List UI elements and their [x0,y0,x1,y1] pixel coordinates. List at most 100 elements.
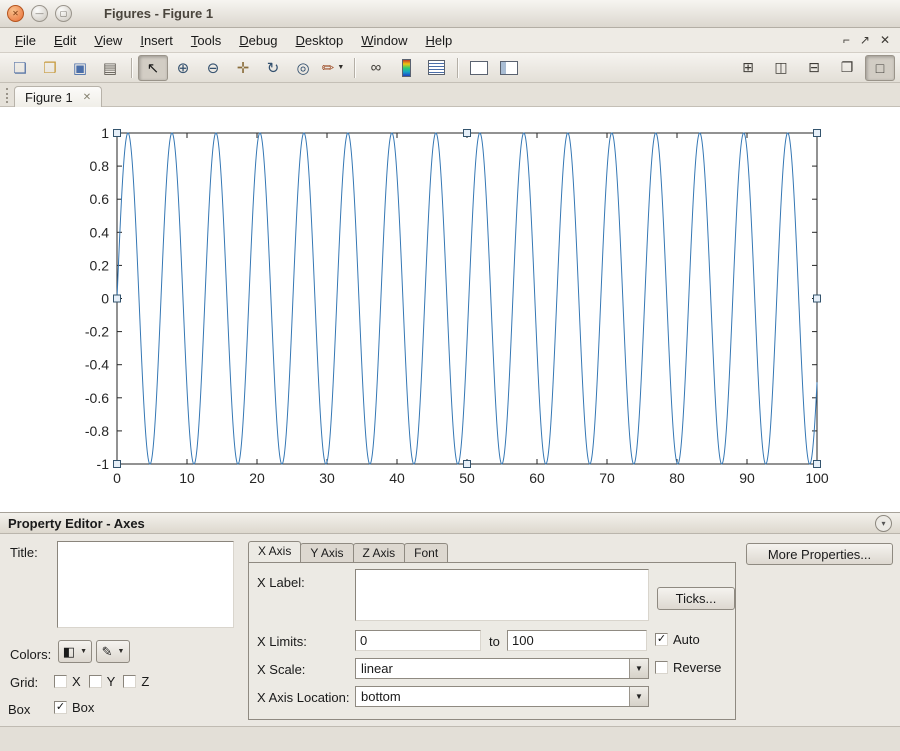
x-limits-max-field[interactable]: 100 [507,630,647,651]
selection-handle[interactable] [114,130,121,137]
show-plot-tools-icon[interactable] [494,55,524,81]
open-icon[interactable]: ❒ [35,55,65,81]
property-editor-body: Title: Colors: ◧▼✎▼ Grid: XYZ Box ✓Box X… [0,534,900,726]
checkbox-box[interactable] [89,675,102,688]
svg-text:0: 0 [101,291,109,307]
new-file-icon[interactable]: ❏ [5,55,35,81]
grid-y-checkbox[interactable]: Y [89,674,116,689]
menu-insert[interactable]: Insert [131,30,182,51]
chevron-down-icon[interactable]: ▼ [629,687,648,706]
menu-debug[interactable]: Debug [230,30,286,51]
figure-plot[interactable]: 0102030405060708090100-1-0.8-0.6-0.4-0.2… [0,107,900,512]
checkbox-box[interactable]: ✓ [655,633,668,646]
dock-grid-icon[interactable]: ⊞ [733,55,763,81]
menu-bar: FileEditViewInsertToolsDebugDesktopWindo… [0,28,900,53]
menu-window[interactable]: Window [352,30,416,51]
svg-text:-0.6: -0.6 [85,390,109,406]
insert-colorbar-icon[interactable] [391,55,421,81]
title-bar: ✕—▢ Figures - Figure 1 [0,0,900,28]
dropdown-arrow-icon: ▼ [80,648,87,655]
tab-x-axis[interactable]: X Axis [248,541,301,562]
toolbar-dock-items: ⊞◫⊟❐□ [733,55,895,81]
selection-handle[interactable] [464,130,471,137]
tab-font[interactable]: Font [404,543,448,562]
zoom-in-icon[interactable]: ⊕ [168,55,198,81]
menu-desktop[interactable]: Desktop [287,30,353,51]
x-scale-label: X Scale: [257,662,305,677]
selection-handle[interactable] [814,295,821,302]
status-bar [0,726,900,751]
link-plot-icon[interactable]: ∞ [361,55,391,81]
menu-view[interactable]: View [85,30,131,51]
minimize-window-icon[interactable]: — [31,5,48,22]
x-axis-location-combo[interactable]: bottom ▼ [355,686,649,707]
selection-handle[interactable] [114,461,121,468]
menu-help[interactable]: Help [416,30,461,51]
svg-text:-0.2: -0.2 [85,324,109,340]
checkbox-box[interactable] [54,675,67,688]
grid-label: Grid: [10,675,38,690]
x-scale-value: linear [356,661,629,676]
svg-text:20: 20 [249,470,265,486]
line-color-button[interactable]: ✎▼ [96,640,130,663]
checkbox-box[interactable] [123,675,136,688]
menu-tools[interactable]: Tools [182,30,230,51]
insert-legend-icon[interactable] [421,55,451,81]
title-input[interactable] [57,541,234,628]
axis-tabpane: X AxisY AxisZ AxisFont X Label: Ticks...… [248,542,736,720]
dropdown-arrow-icon: ▼ [337,64,344,71]
auto-checkbox[interactable]: ✓Auto [655,632,700,647]
x-limits-min-field[interactable]: 0 [355,630,481,651]
dock-vertical-icon[interactable]: ◫ [766,55,796,81]
pan-icon[interactable]: ✛ [228,55,258,81]
undock-icon[interactable]: ↗ [860,33,870,47]
box-checkbox[interactable]: ✓Box [54,700,94,715]
dock-maximized-icon[interactable]: □ [865,55,895,81]
colors-label: Colors: [10,647,51,662]
dock-icon[interactable]: ⌐ [843,33,850,47]
x-axis-location-label: X Axis Location: [257,690,350,705]
checkbox-box[interactable] [655,661,668,674]
menu-file[interactable]: File [6,30,45,51]
selection-handle[interactable] [814,461,821,468]
tabbar-grip-icon[interactable] [6,88,8,103]
rotate-3d-icon[interactable]: ↻ [258,55,288,81]
brush-icon[interactable]: ✏▼ [318,55,348,81]
tab-z-axis[interactable]: Z Axis [353,543,406,562]
x-label-input[interactable] [355,569,649,621]
print-icon[interactable]: ▤ [95,55,125,81]
collapse-panel-icon[interactable]: ▾ [875,515,892,532]
property-editor-header[interactable]: Property Editor - Axes ▾ [0,512,900,534]
data-cursor-icon[interactable]: ◎ [288,55,318,81]
window-buttons: ✕ — ▢ [0,5,72,22]
save-icon[interactable]: ▣ [65,55,95,81]
checkbox-box[interactable]: ✓ [54,701,67,714]
svg-text:-0.8: -0.8 [85,423,109,439]
close-window-icon[interactable]: ✕ [7,5,24,22]
hide-plot-tools-icon[interactable] [464,55,494,81]
dock-horizontal-icon[interactable]: ⊟ [799,55,829,81]
dock-cascade-icon[interactable]: ❐ [832,55,862,81]
fill-color-button[interactable]: ◧▼ [58,640,92,663]
zoom-out-icon[interactable]: ⊖ [198,55,228,81]
box-label: Box [8,702,30,717]
menu-edit[interactable]: Edit [45,30,85,51]
grid-x-checkbox[interactable]: X [54,674,81,689]
chevron-down-icon[interactable]: ▼ [629,659,648,678]
svg-text:0.4: 0.4 [90,224,110,240]
close-figures-icon[interactable]: ✕ [880,33,890,47]
reverse-checkbox[interactable]: Reverse [655,660,721,675]
selection-handle[interactable] [114,295,121,302]
selection-handle[interactable] [814,130,821,137]
selection-handle[interactable] [464,461,471,468]
figure-canvas[interactable]: 0102030405060708090100-1-0.8-0.6-0.4-0.2… [0,107,900,512]
tab-y-axis[interactable]: Y Axis [300,543,353,562]
x-scale-combo[interactable]: linear ▼ [355,658,649,679]
tab-close-icon[interactable]: ✕ [83,92,91,103]
ticks-button[interactable]: Ticks... [657,587,735,610]
tab-figure-1[interactable]: Figure 1✕ [14,86,102,107]
maximize-window-icon[interactable]: ▢ [55,5,72,22]
pointer-icon[interactable]: ↖ [138,55,168,81]
more-properties-button[interactable]: More Properties... [746,543,893,565]
grid-z-checkbox[interactable]: Z [123,674,149,689]
